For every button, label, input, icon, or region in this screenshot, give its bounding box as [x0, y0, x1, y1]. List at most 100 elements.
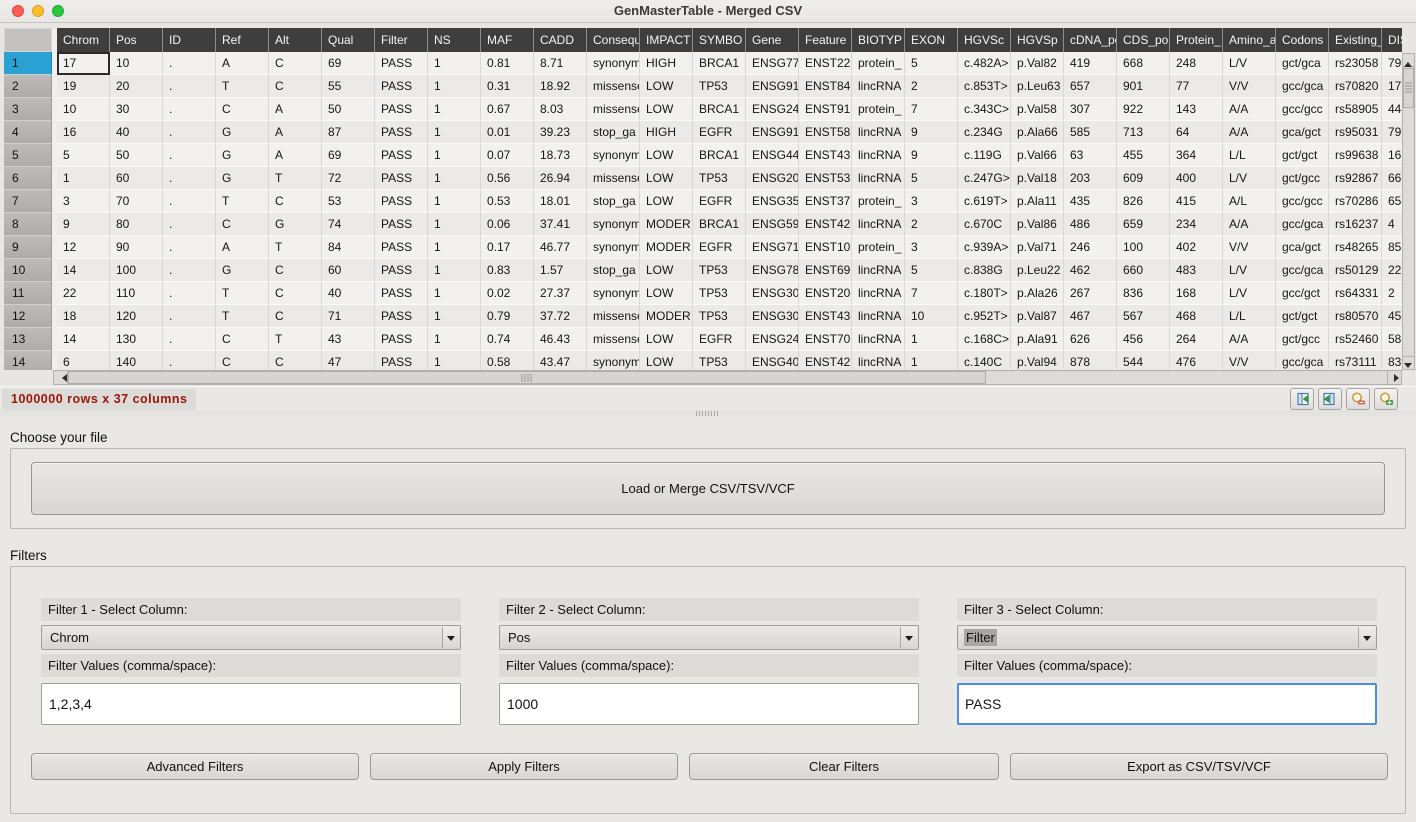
- table-cell[interactable]: 46.43: [534, 328, 587, 351]
- table-cell[interactable]: C: [216, 98, 269, 121]
- table-cell[interactable]: 79: [1382, 52, 1402, 75]
- table-cell[interactable]: ENST70: [799, 328, 852, 351]
- table-cell[interactable]: A/A: [1223, 328, 1276, 351]
- table-cell[interactable]: synonym: [587, 52, 640, 75]
- table-cell[interactable]: 483: [1170, 259, 1223, 282]
- table-cell[interactable]: c.247G>: [958, 167, 1011, 190]
- row-header[interactable]: 2: [4, 75, 52, 98]
- table-cell[interactable]: 0.02: [481, 282, 534, 305]
- table-cell[interactable]: 8.71: [534, 52, 587, 75]
- table-cell[interactable]: 83: [1382, 351, 1402, 370]
- column-header-aminoa[interactable]: Amino_a: [1223, 28, 1276, 52]
- table-cell[interactable]: .: [163, 190, 216, 213]
- table-cell[interactable]: 84: [322, 236, 375, 259]
- row-header[interactable]: 9: [4, 236, 52, 259]
- table-cell[interactable]: HIGH: [640, 121, 693, 144]
- table-cell[interactable]: 922: [1117, 98, 1170, 121]
- table-cell[interactable]: EGFR: [693, 236, 746, 259]
- table-cell[interactable]: MODER: [640, 236, 693, 259]
- row-header[interactable]: 5: [4, 144, 52, 167]
- table-cell[interactable]: 10: [57, 98, 110, 121]
- table-cell[interactable]: G: [216, 144, 269, 167]
- table-cell[interactable]: .: [163, 52, 216, 75]
- table-cell[interactable]: gct/gcc: [1276, 167, 1329, 190]
- table-cell[interactable]: 402: [1170, 236, 1223, 259]
- table-cell[interactable]: 60: [322, 259, 375, 282]
- table-cell[interactable]: rs95031: [1329, 121, 1382, 144]
- table-cell[interactable]: ENSG35: [746, 190, 799, 213]
- table-cell[interactable]: ENST69: [799, 259, 852, 282]
- table-cell[interactable]: 0.17: [481, 236, 534, 259]
- table-cell[interactable]: 2: [1382, 282, 1402, 305]
- table-cell[interactable]: ENST84: [799, 75, 852, 98]
- table-cell[interactable]: .: [163, 121, 216, 144]
- table-cell[interactable]: 1: [428, 121, 481, 144]
- apply-filters-button[interactable]: Apply Filters: [370, 753, 678, 780]
- table-cell[interactable]: p.Val18: [1011, 167, 1064, 190]
- table-cell[interactable]: 79: [1382, 121, 1402, 144]
- filter-1-column-select[interactable]: Chrom: [41, 625, 461, 650]
- column-header-cadd[interactable]: CADD: [534, 28, 587, 52]
- table-cell[interactable]: p.Ala91: [1011, 328, 1064, 351]
- table-cell[interactable]: T: [216, 305, 269, 328]
- table-cell[interactable]: rs16237: [1329, 213, 1382, 236]
- table-cell[interactable]: c.619T>: [958, 190, 1011, 213]
- column-header-impact[interactable]: IMPACT: [640, 28, 693, 52]
- table-cell[interactable]: A/A: [1223, 121, 1276, 144]
- table-cell[interactable]: p.Val71: [1011, 236, 1064, 259]
- table-cell[interactable]: PASS: [375, 144, 428, 167]
- table-cell[interactable]: c.140C: [958, 351, 1011, 370]
- table-cell[interactable]: c.180T>: [958, 282, 1011, 305]
- table-cell[interactable]: ENSG40: [746, 351, 799, 370]
- table-cell[interactable]: 4: [1382, 213, 1402, 236]
- table-cell[interactable]: 3: [57, 190, 110, 213]
- table-cell[interactable]: 0.56: [481, 167, 534, 190]
- table-cell[interactable]: 6: [57, 351, 110, 370]
- table-cell[interactable]: 901: [1117, 75, 1170, 98]
- table-cell[interactable]: rs64331: [1329, 282, 1382, 305]
- table-cell[interactable]: 74: [322, 213, 375, 236]
- table-cell[interactable]: L/L: [1223, 144, 1276, 167]
- table-cell[interactable]: A/A: [1223, 213, 1276, 236]
- table-cell[interactable]: C: [216, 213, 269, 236]
- table-cell[interactable]: L/V: [1223, 52, 1276, 75]
- table-cell[interactable]: LOW: [640, 98, 693, 121]
- table-cell[interactable]: 1: [428, 52, 481, 75]
- table-cell[interactable]: synonym: [587, 144, 640, 167]
- table-cell[interactable]: PASS: [375, 351, 428, 370]
- column-header-cdnapo[interactable]: cDNA_po: [1064, 28, 1117, 52]
- table-cell[interactable]: 234: [1170, 213, 1223, 236]
- table-cell[interactable]: 10: [905, 305, 958, 328]
- table-cell[interactable]: BRCA1: [693, 98, 746, 121]
- table-cell[interactable]: lincRNA: [852, 144, 905, 167]
- table-cell[interactable]: 1: [428, 190, 481, 213]
- table-cell[interactable]: p.Leu63: [1011, 75, 1064, 98]
- advanced-filters-button[interactable]: Advanced Filters: [31, 753, 359, 780]
- zoom-out-button[interactable]: [1346, 388, 1370, 410]
- table-cell[interactable]: rs52460: [1329, 328, 1382, 351]
- table-cell[interactable]: rs58905: [1329, 98, 1382, 121]
- table-cell[interactable]: ENSG30: [746, 305, 799, 328]
- table-cell[interactable]: A: [216, 236, 269, 259]
- table-cell[interactable]: 9: [905, 121, 958, 144]
- table-cell[interactable]: p.Ala26: [1011, 282, 1064, 305]
- table-cell[interactable]: gct/gca: [1276, 52, 1329, 75]
- scroll-down-arrow-icon[interactable]: [1403, 356, 1414, 369]
- row-header[interactable]: 14: [4, 351, 52, 370]
- table-cell[interactable]: missense: [587, 98, 640, 121]
- table-cell[interactable]: lincRNA: [852, 167, 905, 190]
- table-cell[interactable]: 1.57: [534, 259, 587, 282]
- table-cell[interactable]: 2: [905, 213, 958, 236]
- column-header-gene[interactable]: Gene: [746, 28, 799, 52]
- table-cell[interactable]: G: [216, 259, 269, 282]
- row-header[interactable]: 3: [4, 98, 52, 121]
- table-cell[interactable]: 1: [428, 144, 481, 167]
- table-cell[interactable]: V/V: [1223, 75, 1276, 98]
- chevron-down-icon[interactable]: [900, 627, 917, 648]
- table-cell[interactable]: lincRNA: [852, 351, 905, 370]
- table-cell[interactable]: 1: [428, 328, 481, 351]
- table-cell[interactable]: lincRNA: [852, 121, 905, 144]
- table-cell[interactable]: T: [216, 75, 269, 98]
- table-cell[interactable]: 1: [905, 351, 958, 370]
- table-cell[interactable]: synonym: [587, 236, 640, 259]
